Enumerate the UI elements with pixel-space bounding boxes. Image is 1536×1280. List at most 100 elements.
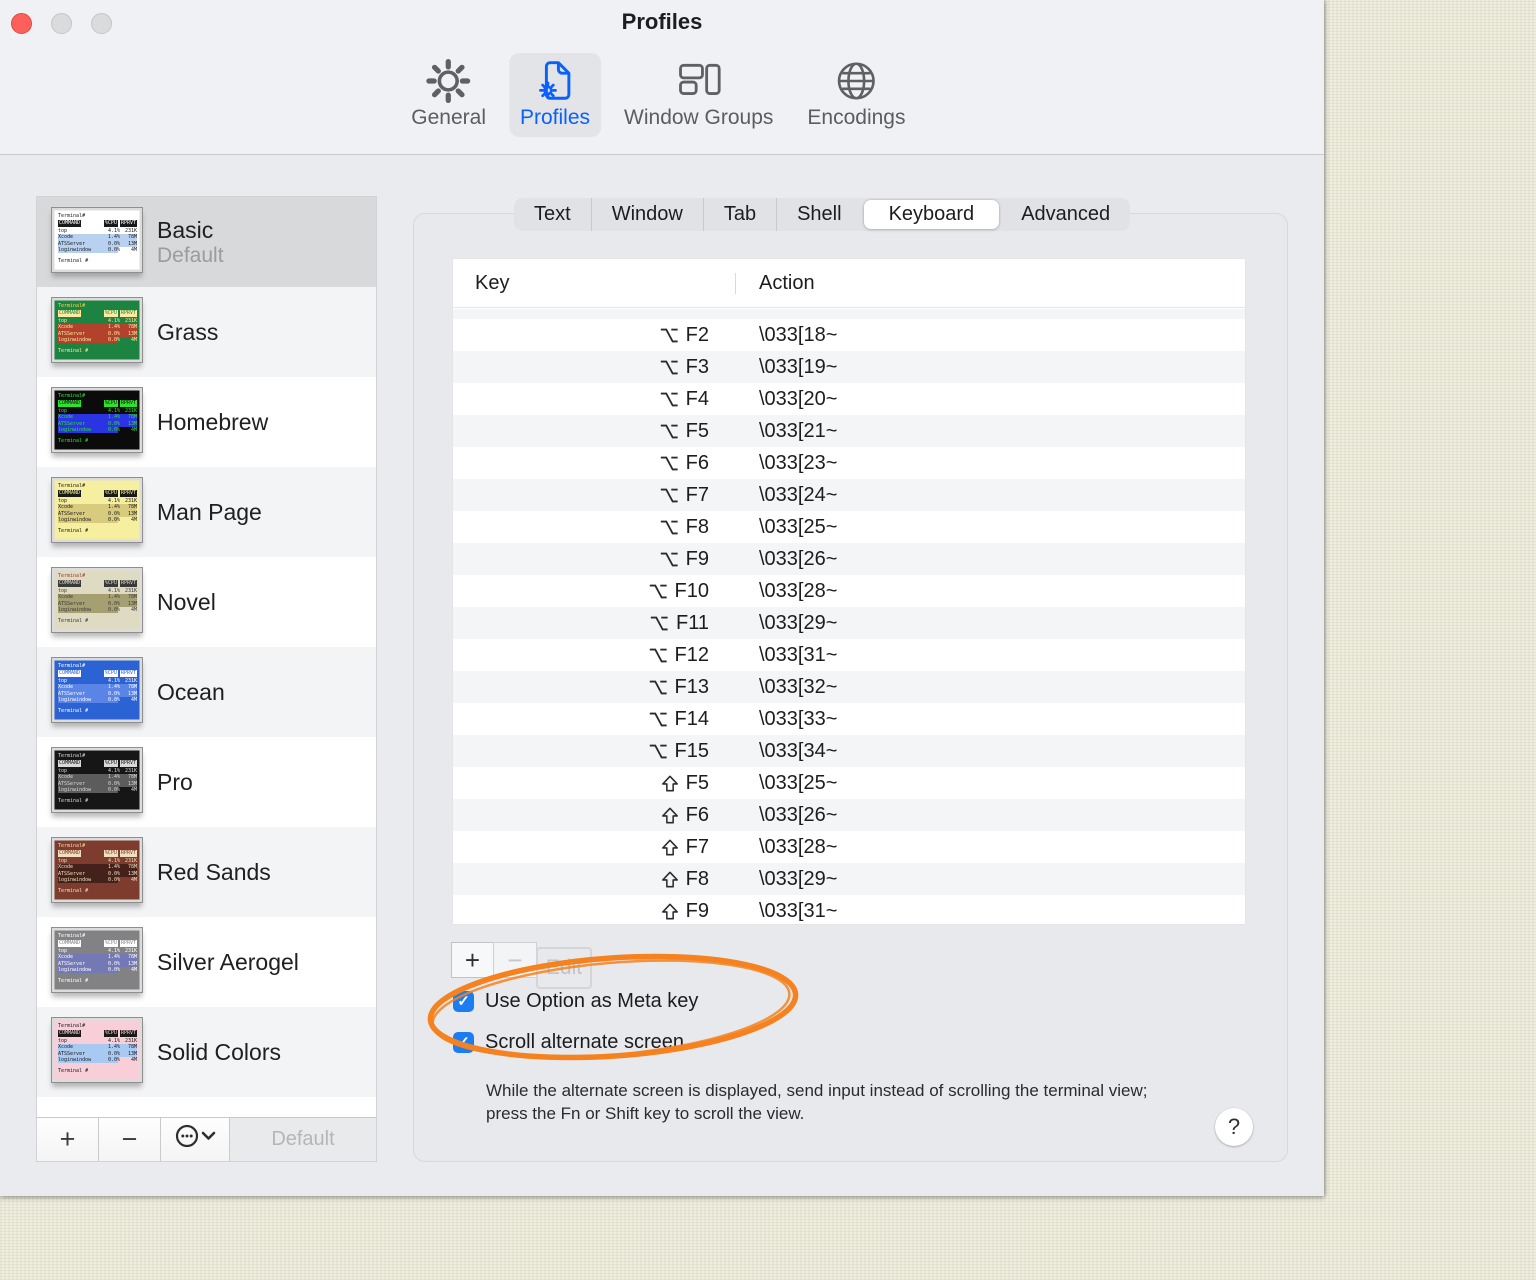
action-value: \033[29~ xyxy=(759,611,838,634)
key-mapping-row[interactable]: F3 \033[19~ xyxy=(453,351,1245,383)
thumb-rows: top 4.1% 231K Xcode 1.4% 78M ATSServer 0.0% 13M l… xyxy=(58,858,137,884)
profile-subtitle: Default xyxy=(157,243,224,267)
default-button[interactable]: Default xyxy=(230,1118,376,1161)
profile-row-grass[interactable]: Terminal# COMMAND %CPU RPRVT top 4.1% 231K… xyxy=(37,287,376,377)
action-value: \033[31~ xyxy=(759,899,838,922)
tab-text[interactable]: Text xyxy=(514,198,591,231)
option-key-icon xyxy=(648,678,668,697)
profile-name: Ocean xyxy=(157,679,225,705)
thumb-chip: RPRVT xyxy=(119,490,137,497)
toolbar-items: General Profiles Window Groups Encodings xyxy=(400,53,916,137)
profile-thumbnail: Terminal# COMMAND %CPU RPRVT top 4.1% 231K… xyxy=(51,747,143,813)
thumb-row: loginwindow 0.0% 4M xyxy=(58,247,137,254)
thumb-header: COMMAND %CPU RPRVT xyxy=(58,580,137,587)
add-profile-button[interactable]: + xyxy=(37,1118,99,1161)
toolbar: Profiles General Profiles Window Groups … xyxy=(0,0,1324,155)
key-mapping-row[interactable]: F5 \033[25~ xyxy=(453,767,1245,799)
thumb-chip: COMMAND xyxy=(58,310,82,317)
key-mapping-row[interactable]: F8 \033[29~ xyxy=(453,863,1245,895)
key-mapping-row[interactable]: F15 \033[34~ xyxy=(453,735,1245,767)
remove-key-mapping-button[interactable]: − xyxy=(493,942,537,978)
profile-row-novel[interactable]: Terminal# COMMAND %CPU RPRVT top 4.1% 231K… xyxy=(37,557,376,647)
tab-tab[interactable]: Tab xyxy=(702,198,776,231)
toolbar-item-window-groups[interactable]: Window Groups xyxy=(613,53,784,137)
key-mapping-row[interactable]: F4 \033[20~ xyxy=(453,383,1245,415)
key-mapping-row[interactable]: F8 \033[25~ xyxy=(453,511,1245,543)
edit-key-mapping-button[interactable]: Edit xyxy=(536,947,592,989)
thumb-title: Terminal# xyxy=(58,843,86,849)
checkbox[interactable]: ✓ xyxy=(453,990,474,1012)
checkbox-row-use-option-as-meta-key[interactable]: ✓ Use Option as Meta key xyxy=(453,987,698,1015)
add-key-mapping-button[interactable]: + xyxy=(451,942,494,978)
key-mapping-row[interactable]: F6 \033[23~ xyxy=(453,447,1245,479)
tab-window[interactable]: Window xyxy=(590,198,703,231)
thumb-rows: top 4.1% 231K Xcode 1.4% 78M ATSServer 0.0% 13M l… xyxy=(58,318,137,344)
profile-row-basic[interactable]: Terminal# COMMAND %CPU RPRVT top 4.1% 231K… xyxy=(37,197,376,287)
action-value: \033[26~ xyxy=(759,547,838,570)
column-header-action[interactable]: Action xyxy=(759,259,815,308)
toolbar-item-profiles[interactable]: Profiles xyxy=(508,53,602,137)
key-mapping-row[interactable]: F6 \033[26~ xyxy=(453,799,1245,831)
thumb-chip: RPRVT xyxy=(119,580,137,587)
thumb-footer: Terminal # xyxy=(58,438,89,445)
column-header-key[interactable]: Key xyxy=(475,259,509,308)
remove-profile-button[interactable]: − xyxy=(99,1118,161,1161)
key-label: F3 xyxy=(685,355,709,378)
tab-shell[interactable]: Shell xyxy=(776,198,861,231)
profile-name: Solid Colors xyxy=(157,1039,281,1065)
thumb-rows: top 4.1% 231K Xcode 1.4% 78M ATSServer 0.0% 13M l… xyxy=(58,948,137,974)
toolbar-item-label: General xyxy=(411,106,486,129)
key-mapping-row[interactable]: F9 \033[31~ xyxy=(453,895,1245,924)
key-mapping-row[interactable]: F5 \033[21~ xyxy=(453,415,1245,447)
thumb-chip: RPRVT xyxy=(119,220,137,227)
help-button[interactable]: ? xyxy=(1215,1108,1253,1146)
tab-keyboard[interactable]: Keyboard xyxy=(863,200,1000,229)
thumb-rows: top 4.1% 231K Xcode 1.4% 78M ATSServer 0.0% 13M l… xyxy=(58,768,137,794)
table-header: Key Action xyxy=(453,259,1245,308)
toolbar-item-general[interactable]: General xyxy=(400,53,497,137)
profile-row-red-sands[interactable]: Terminal# COMMAND %CPU RPRVT top 4.1% 231K… xyxy=(37,827,376,917)
profile-row-man-page[interactable]: Terminal# COMMAND %CPU RPRVT top 4.1% 231K… xyxy=(37,467,376,557)
thumb-footer: Terminal # xyxy=(58,528,89,535)
key-label: F13 xyxy=(674,675,709,698)
checkbox-row-scroll-alternate-screen[interactable]: ✓ Scroll alternate screen xyxy=(453,1028,698,1056)
key-mapping-row[interactable]: F13 \033[32~ xyxy=(453,671,1245,703)
thumb-rows: top 4.1% 231K Xcode 1.4% 78M ATSServer 0.0% 13M l… xyxy=(58,408,137,434)
thumb-row: loginwindow 0.0% 4M xyxy=(58,517,137,524)
thumb-header: COMMAND %CPU RPRVT xyxy=(58,310,137,317)
key-mapping-row[interactable]: F11 \033[29~ xyxy=(453,607,1245,639)
checkbox[interactable]: ✓ xyxy=(453,1031,474,1053)
key-mapping-row[interactable]: F2 \033[18~ xyxy=(453,319,1245,351)
thumb-row: loginwindow 0.0% 4M xyxy=(58,787,137,794)
toolbar-item-encodings[interactable]: Encodings xyxy=(796,53,916,137)
thumb-chip: COMMAND xyxy=(58,1030,82,1037)
option-key-icon xyxy=(649,614,669,633)
thumb-row: loginwindow 0.0% 4M xyxy=(58,607,137,614)
thumb-chip: RPRVT xyxy=(119,940,137,947)
profile-row-silver-aerogel[interactable]: Terminal# COMMAND %CPU RPRVT top 4.1% 231K… xyxy=(37,917,376,1007)
tab-advanced[interactable]: Advanced xyxy=(1001,198,1130,231)
key-mapping-row[interactable]: F7 \033[24~ xyxy=(453,479,1245,511)
thumb-chip: %CPU xyxy=(103,760,118,767)
key-mapping-row[interactable]: F14 \033[33~ xyxy=(453,703,1245,735)
profile-name: Pro xyxy=(157,769,193,795)
profile-row-pro[interactable]: Terminal# COMMAND %CPU RPRVT top 4.1% 231K… xyxy=(37,737,376,827)
column-divider[interactable] xyxy=(735,273,736,294)
thumb-chip: %CPU xyxy=(103,850,118,857)
profile-row-ocean[interactable]: Terminal# COMMAND %CPU RPRVT top 4.1% 231K… xyxy=(37,647,376,737)
key-mapping-row[interactable]: F10 \033[28~ xyxy=(453,575,1245,607)
profile-row-homebrew[interactable]: Terminal# COMMAND %CPU RPRVT top 4.1% 231K… xyxy=(37,377,376,467)
profile-row-solid-colors[interactable]: Terminal# COMMAND %CPU RPRVT top 4.1% 231K… xyxy=(37,1007,376,1097)
key-label: F8 xyxy=(685,515,709,538)
key-mapping-row[interactable]: F7 \033[28~ xyxy=(453,831,1245,863)
thumb-chip: %CPU xyxy=(103,1030,118,1037)
action-value: \033[26~ xyxy=(759,803,838,826)
key-mapping-row[interactable]: F9 \033[26~ xyxy=(453,543,1245,575)
thumb-title: Terminal# xyxy=(58,1023,86,1029)
question-mark-icon: ? xyxy=(1227,1114,1241,1139)
key-mapping-row[interactable]: F12 \033[31~ xyxy=(453,639,1245,671)
thumb-rows: top 4.1% 231K Xcode 1.4% 78M ATSServer 0.0% 13M l… xyxy=(58,498,137,524)
thumb-header: COMMAND %CPU RPRVT xyxy=(58,1030,137,1037)
profile-action-menu-button[interactable] xyxy=(161,1118,230,1161)
thumb-row: loginwindow 0.0% 4M xyxy=(58,877,137,884)
